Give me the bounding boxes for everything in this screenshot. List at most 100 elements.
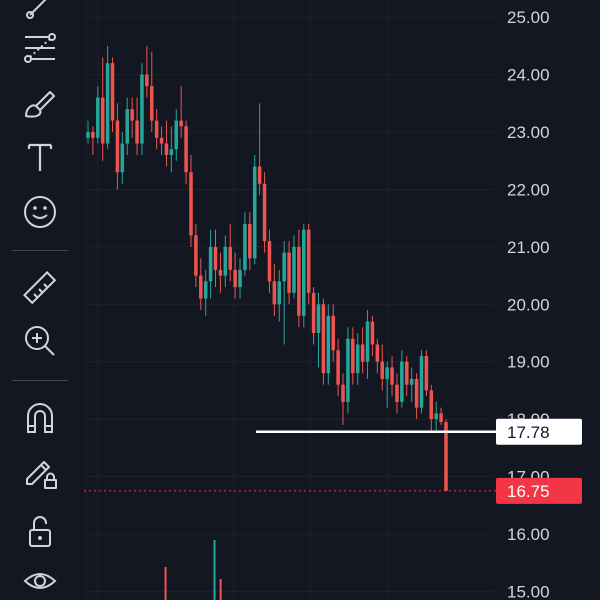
candle-body bbox=[100, 97, 105, 144]
candle-body bbox=[321, 304, 326, 374]
candle-body bbox=[120, 143, 125, 173]
candle-body bbox=[375, 344, 380, 362]
candle-body bbox=[424, 355, 429, 391]
candle-body bbox=[184, 126, 188, 173]
candle-body bbox=[213, 246, 218, 270]
candle-body bbox=[395, 384, 399, 402]
y-axis-tick-label: 22.00 bbox=[507, 180, 550, 199]
magnet-tool[interactable] bbox=[14, 395, 66, 441]
y-axis-tick-label: 23.00 bbox=[507, 123, 550, 142]
candle-body bbox=[86, 132, 90, 138]
chart-app: 25.0024.0023.0022.0021.0020.0019.0018.00… bbox=[0, 0, 600, 600]
zoom-in-icon bbox=[25, 326, 55, 356]
candle-body bbox=[248, 223, 252, 259]
candle-body bbox=[149, 86, 154, 121]
emoji-tool[interactable] bbox=[14, 189, 66, 235]
emoji-icon bbox=[24, 196, 56, 228]
candle-body bbox=[199, 275, 203, 299]
y-axis-tick-label: 20.00 bbox=[507, 295, 550, 314]
unlock-tool[interactable] bbox=[14, 508, 66, 554]
candle-body bbox=[277, 281, 282, 305]
drawing-toolbar bbox=[0, 0, 80, 600]
candlestick-chart[interactable]: 25.0024.0023.0022.0021.0020.0019.0018.00… bbox=[84, 0, 600, 600]
y-axis-tick-label: 25.00 bbox=[507, 8, 550, 27]
candle-body bbox=[306, 229, 311, 293]
candle-body bbox=[429, 390, 434, 420]
candle-body bbox=[125, 109, 129, 144]
candle-body bbox=[243, 223, 247, 270]
candle-body bbox=[203, 281, 208, 299]
candle-body bbox=[218, 269, 223, 276]
candle-body bbox=[145, 74, 149, 87]
fib-retracement-tool[interactable] bbox=[14, 25, 66, 71]
candle-body bbox=[326, 315, 331, 374]
brush-tool[interactable] bbox=[14, 81, 66, 127]
candle-body bbox=[159, 137, 164, 144]
y-axis-tick-label: 24.00 bbox=[507, 66, 550, 85]
candle-body bbox=[360, 344, 365, 362]
candle-body bbox=[96, 97, 100, 138]
candle-body bbox=[311, 292, 316, 334]
candle-body bbox=[336, 350, 340, 385]
candle-body bbox=[341, 384, 345, 402]
candle-body bbox=[409, 378, 414, 385]
candle-body bbox=[297, 246, 301, 316]
candle-body bbox=[252, 166, 257, 259]
candle-body bbox=[346, 338, 350, 402]
candle-body bbox=[110, 63, 115, 121]
candle-body bbox=[208, 246, 213, 282]
candle-body bbox=[365, 321, 370, 362]
volume-bar bbox=[213, 540, 216, 600]
horizontal-line-label: 17.78 bbox=[507, 423, 550, 442]
text-icon bbox=[27, 143, 53, 171]
candle-body bbox=[223, 246, 228, 276]
candle-body bbox=[282, 252, 286, 282]
volume-bar bbox=[164, 567, 167, 600]
zoom-in-tool[interactable] bbox=[14, 318, 66, 364]
candle-body bbox=[135, 120, 139, 144]
magnet-icon bbox=[27, 403, 53, 433]
y-axis-tick-label: 19.00 bbox=[507, 353, 550, 372]
candle-body bbox=[233, 269, 237, 288]
eye-tool[interactable] bbox=[14, 558, 66, 600]
candle-body bbox=[169, 149, 174, 156]
candle-body bbox=[115, 120, 120, 173]
y-axis-tick-label: 15.00 bbox=[507, 582, 550, 600]
candle-body bbox=[91, 132, 95, 138]
candle-body bbox=[179, 120, 183, 127]
lock-drawing-icon bbox=[26, 461, 57, 489]
toolbar-divider bbox=[12, 250, 68, 251]
candle-body bbox=[272, 281, 277, 305]
text-tool[interactable] bbox=[14, 134, 66, 180]
eye-icon bbox=[23, 573, 57, 589]
candle-body bbox=[130, 109, 134, 121]
candle-body bbox=[105, 63, 110, 144]
candle-body bbox=[331, 315, 335, 351]
candle-body bbox=[351, 338, 355, 374]
candle-body bbox=[434, 413, 438, 420]
fib-retracement-icon bbox=[24, 33, 56, 63]
candle-body bbox=[390, 367, 394, 385]
candle-body bbox=[439, 413, 443, 423]
ruler-tool[interactable] bbox=[14, 265, 66, 311]
candle-body bbox=[385, 367, 389, 379]
volume-bar bbox=[219, 579, 222, 600]
candle-body bbox=[174, 120, 179, 150]
lock-drawing-tool[interactable] bbox=[14, 448, 66, 494]
candle-body bbox=[164, 143, 169, 156]
last-price-label: 16.75 bbox=[507, 482, 550, 501]
trend-line-tool[interactable] bbox=[14, 0, 66, 28]
candle-body bbox=[380, 361, 385, 379]
unlock-icon bbox=[29, 516, 51, 547]
y-axis-tick-label: 21.00 bbox=[507, 238, 550, 257]
candle-body bbox=[370, 321, 375, 345]
candle-body bbox=[355, 344, 360, 374]
candle-body bbox=[292, 246, 296, 293]
candle-body bbox=[405, 361, 409, 385]
candle-body bbox=[414, 378, 419, 408]
candle-body bbox=[189, 172, 193, 236]
candle-body bbox=[287, 252, 291, 293]
chart-area[interactable]: 25.0024.0023.0022.0021.0020.0019.0018.00… bbox=[84, 0, 600, 600]
candle-body bbox=[228, 246, 232, 270]
candle-body bbox=[267, 241, 272, 282]
